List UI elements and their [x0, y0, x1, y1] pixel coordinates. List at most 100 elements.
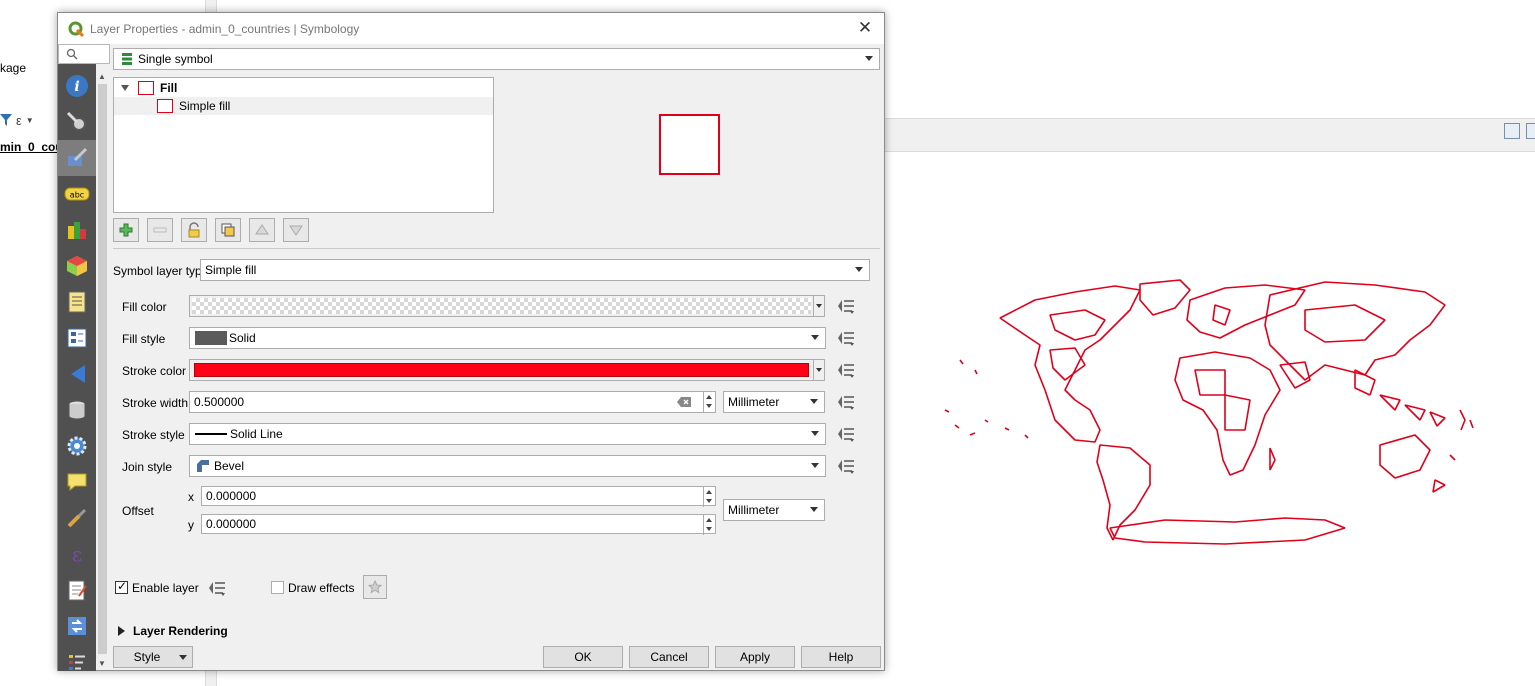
draw-effects-settings-button[interactable] [363, 575, 387, 599]
map-canvas[interactable] [925, 270, 1480, 550]
sidebar-item-actions[interactable] [58, 428, 96, 464]
move-up-button[interactable] [249, 218, 275, 242]
map-toolbar [884, 118, 1535, 152]
offset-unit-select[interactable]: Millimeter [723, 499, 825, 521]
sidebar-item-information[interactable]: i [58, 68, 96, 104]
ok-button[interactable]: OK [543, 646, 623, 668]
sidebar-item-joins[interactable] [58, 356, 96, 392]
scrollbar-thumb[interactable] [98, 84, 107, 654]
move-down-button[interactable] [283, 218, 309, 242]
remove-layer-button[interactable] [147, 218, 173, 242]
filter-icon[interactable] [0, 113, 12, 127]
chevron-down-icon [811, 335, 819, 340]
expression-filter-icon[interactable]: ε [16, 113, 22, 128]
tree-item-fill[interactable]: Fill [114, 79, 493, 97]
sidebar-item-source[interactable] [58, 104, 96, 140]
offset-y-spinbox[interactable]: 0.000000 [201, 514, 716, 535]
offset-x-spinbox[interactable]: 0.000000 [201, 486, 716, 507]
sidebar-item-3d-view[interactable] [58, 248, 96, 284]
sidebar-search-input[interactable] [58, 44, 110, 64]
attributes-form-icon [67, 328, 87, 348]
renderer-type-select[interactable]: Single symbol [113, 48, 880, 70]
style-button-label: Style [133, 650, 161, 664]
sidebar-item-fields[interactable] [58, 284, 96, 320]
help-button[interactable]: Help [801, 646, 881, 668]
stroke-color-data-defined-button[interactable] [834, 360, 858, 380]
offset-x-label: x [188, 490, 194, 504]
tree-item-fill-label: Fill [160, 81, 178, 95]
lock-layer-button[interactable] [181, 218, 207, 242]
cancel-button-label: Cancel [650, 650, 688, 664]
tree-item-simple-fill[interactable]: Simple fill [114, 97, 493, 115]
expand-arrow-icon[interactable] [118, 626, 125, 636]
fill-style-select[interactable]: Solid [189, 327, 826, 349]
stroke-style-label: Stroke style [122, 428, 185, 442]
labels-abc-icon: abc [64, 187, 90, 201]
data-defined-override-icon [838, 364, 854, 378]
panel-toggle-icon-2[interactable] [1526, 123, 1535, 139]
chevron-down-icon [865, 56, 873, 61]
sidebar-item-symbology[interactable] [58, 140, 96, 176]
plus-icon [119, 223, 133, 237]
chevron-down-icon[interactable]: ▼ [26, 116, 34, 125]
offset-x-stepper[interactable] [703, 487, 715, 507]
stroke-style-data-defined-button[interactable] [834, 424, 858, 444]
symbol-preview [659, 114, 720, 175]
stroke-color-button[interactable] [189, 359, 814, 381]
draw-effects-label[interactable]: Draw effects [288, 581, 354, 595]
apply-button[interactable]: Apply [715, 646, 795, 668]
dialog-title: Layer Properties - admin_0_countries | S… [90, 21, 360, 36]
metadata-icon [68, 580, 87, 601]
diagrams-icon [68, 222, 86, 239]
sidebar-item-variables[interactable]: ε [58, 536, 96, 572]
qgis-logo-icon [68, 21, 84, 37]
stroke-width-unit-select[interactable]: Millimeter [723, 391, 825, 413]
enable-layer-data-defined-button[interactable] [205, 578, 229, 598]
fill-color-button[interactable] [189, 295, 814, 317]
stroke-width-spinbox[interactable]: 0.500000 [189, 391, 716, 413]
panel-toggle-icon[interactable] [1504, 123, 1520, 139]
join-style-data-defined-button[interactable] [834, 456, 858, 476]
duplicate-layer-button[interactable] [215, 218, 241, 242]
fields-icon [68, 291, 86, 313]
sidebar-item-auxiliary-storage[interactable] [58, 392, 96, 428]
style-menu-button[interactable]: Style [113, 646, 193, 668]
stroke-style-select[interactable]: Solid Line [189, 423, 826, 445]
sidebar-item-metadata[interactable] [58, 572, 96, 608]
enable-layer-label[interactable]: Enable layer [132, 581, 199, 595]
enable-layer-checkbox[interactable] [115, 579, 128, 594]
sidebar-item-display[interactable] [58, 464, 96, 500]
sidebar-item-rendering[interactable] [58, 500, 96, 536]
clear-value-icon[interactable] [677, 397, 691, 407]
sidebar-item-attributes-form[interactable] [58, 320, 96, 356]
close-button[interactable]: ✕ [855, 19, 875, 37]
layer-rendering-section[interactable]: Layer Rendering [133, 624, 228, 638]
join-style-select[interactable]: Bevel [189, 455, 826, 477]
symbol-layer-type-select[interactable]: Simple fill [200, 259, 870, 281]
expand-arrow-icon[interactable] [121, 85, 129, 91]
scroll-up-icon[interactable]: ▲ [98, 72, 106, 81]
sidebar-item-labels[interactable]: abc [58, 176, 96, 212]
content-scrollbar[interactable]: ▲ ▼ [96, 70, 110, 670]
offset-y-stepper[interactable] [703, 515, 715, 535]
scroll-down-icon[interactable]: ▼ [98, 659, 106, 668]
stroke-color-label: Stroke color [122, 364, 187, 378]
stroke-width-stepper[interactable] [703, 392, 715, 412]
fill-color-data-defined-button[interactable] [834, 296, 858, 316]
stroke-width-data-defined-button[interactable] [834, 392, 858, 412]
offset-y-value: 0.000000 [206, 517, 257, 531]
cancel-button[interactable]: Cancel [629, 646, 709, 668]
symbol-layer-tree[interactable]: Fill Simple fill [113, 77, 494, 213]
fill-color-dropdown[interactable] [813, 295, 825, 317]
fill-style-data-defined-button[interactable] [834, 328, 858, 348]
chevron-down-icon [855, 267, 863, 272]
draw-effects-checkbox[interactable] [271, 581, 284, 594]
fill-color-label: Fill color [122, 300, 167, 314]
add-layer-button[interactable] [113, 218, 139, 242]
fill-style-label: Fill style [122, 332, 166, 346]
epsilon-icon: ε [72, 542, 82, 566]
stroke-color-dropdown[interactable] [813, 359, 825, 381]
sidebar-item-legend[interactable] [58, 644, 96, 680]
sidebar-item-diagrams[interactable] [58, 212, 96, 248]
sidebar-item-dependencies[interactable] [58, 608, 96, 644]
